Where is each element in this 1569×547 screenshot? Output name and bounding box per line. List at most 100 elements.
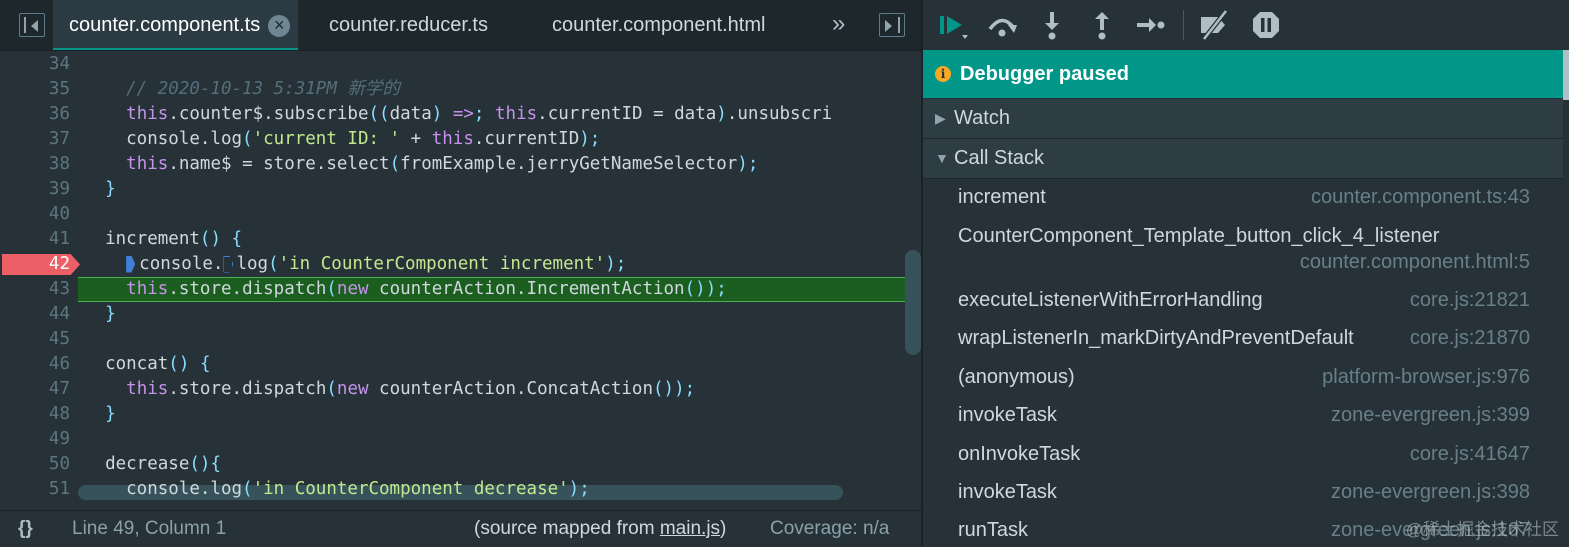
line-number[interactable]: 47 [0,377,70,402]
code-editor[interactable]: 34 35 // 2020-10-13 5:31PM 新学的 36 this.cou… [0,52,921,502]
editor-pane: counter.component.ts × counter.reducer.ts… [0,0,921,547]
line-number[interactable]: 37 [0,127,70,152]
inline-breakpoint-icon[interactable] [223,255,234,273]
paused-label: Debugger paused [960,63,1129,85]
info-icon: i [935,66,951,82]
call-stack-section-header[interactable]: ▼ Call Stack [923,139,1563,179]
line-number[interactable]: 35 [0,77,70,102]
frame-function-name: runTask [958,519,1029,541]
code-line[interactable]: 47 this.store.dispatch(new counterAction… [0,377,905,402]
line-number[interactable]: 42 [0,252,70,277]
code-line[interactable]: 39 } [0,177,905,202]
frame-location[interactable]: counter.component.ts:43 [1311,186,1530,209]
sidebar-scrollbar[interactable] [1563,50,1569,100]
more-tabs-button[interactable]: » [832,0,845,50]
code-line[interactable]: 37 console.log('current ID: ' + this.cur… [0,127,905,152]
frame-location[interactable]: core.js:21870 [1410,327,1530,350]
line-number[interactable]: 43 [0,277,70,302]
code-line[interactable]: 48 } [0,402,905,427]
tab-label: counter.reducer.ts [329,14,488,36]
frame-function-name: executeListenerWithErrorHandling [958,289,1263,311]
code-line[interactable]: 46 concat() { [0,352,905,377]
close-tab-icon[interactable]: × [268,14,291,37]
code-line[interactable]: 40 [0,202,905,227]
line-number[interactable]: 48 [0,402,70,427]
step-over-icon[interactable] [986,9,1018,41]
frame-function-name: invokeTask [958,481,1057,503]
code-line[interactable]: 41 increment() { [0,227,905,252]
code-text: this.store.dispatch(new counterAction.Co… [126,379,696,399]
line-number[interactable]: 41 [0,227,70,252]
code-text: } [105,404,116,424]
code-text: this.store.dispatch(new counterAction.In… [126,279,727,299]
debugger-toolbar [923,0,1569,51]
line-number[interactable]: 49 [0,427,70,452]
pause-on-exceptions-icon[interactable] [1250,9,1282,41]
source-map-link[interactable]: main.js [660,518,720,539]
deactivate-breakpoints-icon[interactable] [1198,9,1230,41]
line-number[interactable]: 45 [0,327,70,352]
code-text: } [105,304,116,324]
toggle-debugger-button[interactable] [879,13,905,37]
step-out-icon[interactable] [1086,9,1118,41]
step-into-icon[interactable] [1036,9,1068,41]
frame-location[interactable]: zone-evergreen.js:398 [1331,481,1530,504]
code-line[interactable]: 34 [0,52,905,77]
code-text: console.log('current ID: ' + this.curren… [84,129,601,149]
frame-location[interactable]: core.js:41647 [1410,443,1530,466]
code-line[interactable]: 49 [0,427,905,452]
frame-function-name: wrapListenerIn_markDirtyAndPreventDefaul… [958,327,1354,349]
line-number[interactable]: 38 [0,152,70,177]
status-bar: {} Line 49, Column 1 (source mapped from… [0,510,921,547]
resume-icon[interactable] [937,9,969,41]
frame-function-name: CounterComponent_Template_button_click_4… [958,225,1440,247]
code-text: // 2020-10-13 5:31PM 新学的 [84,79,400,99]
code-line[interactable]: 45 [0,327,905,352]
line-number[interactable]: 46 [0,352,70,377]
code-text: this.counter$.subscribe((data) =>; this.… [126,104,833,124]
code-text: concat() { [84,354,211,374]
inline-breakpoint-icon[interactable] [126,255,136,273]
tab-counter-component-html[interactable]: counter.component.html [552,0,765,50]
pretty-print-button[interactable]: {} [18,511,33,547]
line-number[interactable]: 39 [0,177,70,202]
tab-label: counter.component.html [552,14,766,36]
source-map-prefix: (source mapped from [474,518,660,539]
coverage-status: Coverage: n/a [770,518,890,539]
code-line[interactable]: 43 this.store.dispatch(new counterAction… [0,277,905,302]
toolbar-separator [1183,10,1184,40]
tab-counter-component-ts[interactable]: counter.component.ts × [53,0,299,50]
code-text: increment() { [84,229,243,249]
frame-location[interactable]: zone-evergreen.js:399 [1331,404,1530,427]
frame-function-name: onInvokeTask [958,443,1081,465]
collapse-arrow-icon: ▼ [935,150,949,166]
tab-bar: counter.component.ts × counter.reducer.ts… [0,0,921,51]
code-line[interactable]: 44 } [0,302,905,327]
frame-function-name: increment [958,186,1046,208]
call-stack-label: Call Stack [954,147,1045,169]
debugger-paused-banner: i Debugger paused [923,50,1563,98]
frame-location[interactable]: platform-browser.js:976 [1322,366,1530,389]
code-text: console. log('in CounterComponent increme… [84,252,626,277]
code-line[interactable]: 42 console. log('in CounterComponent incr… [0,252,905,277]
toggle-navigator-button[interactable] [19,13,45,37]
vertical-scrollbar[interactable] [905,250,921,355]
line-number[interactable]: 51 [0,477,70,502]
line-number[interactable]: 44 [0,302,70,327]
frame-location[interactable]: counter.component.html:5 [1300,251,1530,274]
step-icon[interactable] [1134,9,1166,41]
code-line[interactable]: 36 this.counter$.subscribe((data) =>; th… [0,102,905,127]
line-number[interactable]: 34 [0,52,70,77]
line-number[interactable]: 40 [0,202,70,227]
source-map-info: (source mapped from main.js) [474,511,726,547]
source-map-suffix: ) [720,518,727,539]
code-line[interactable]: 38 this.name$ = store.select(fromExample… [0,152,905,177]
tab-counter-reducer-ts[interactable]: counter.reducer.ts [329,0,488,50]
line-number[interactable]: 36 [0,102,70,127]
line-number[interactable]: 50 [0,452,70,477]
frame-location[interactable]: core.js:21821 [1410,289,1530,312]
code-line[interactable]: 35 // 2020-10-13 5:31PM 新学的 [0,77,905,102]
code-text: console.log('in CounterComponent decreas… [84,479,590,499]
watch-section-header[interactable]: ▶ Watch [923,99,1563,139]
code-line[interactable]: 50 decrease(){ [0,452,905,477]
